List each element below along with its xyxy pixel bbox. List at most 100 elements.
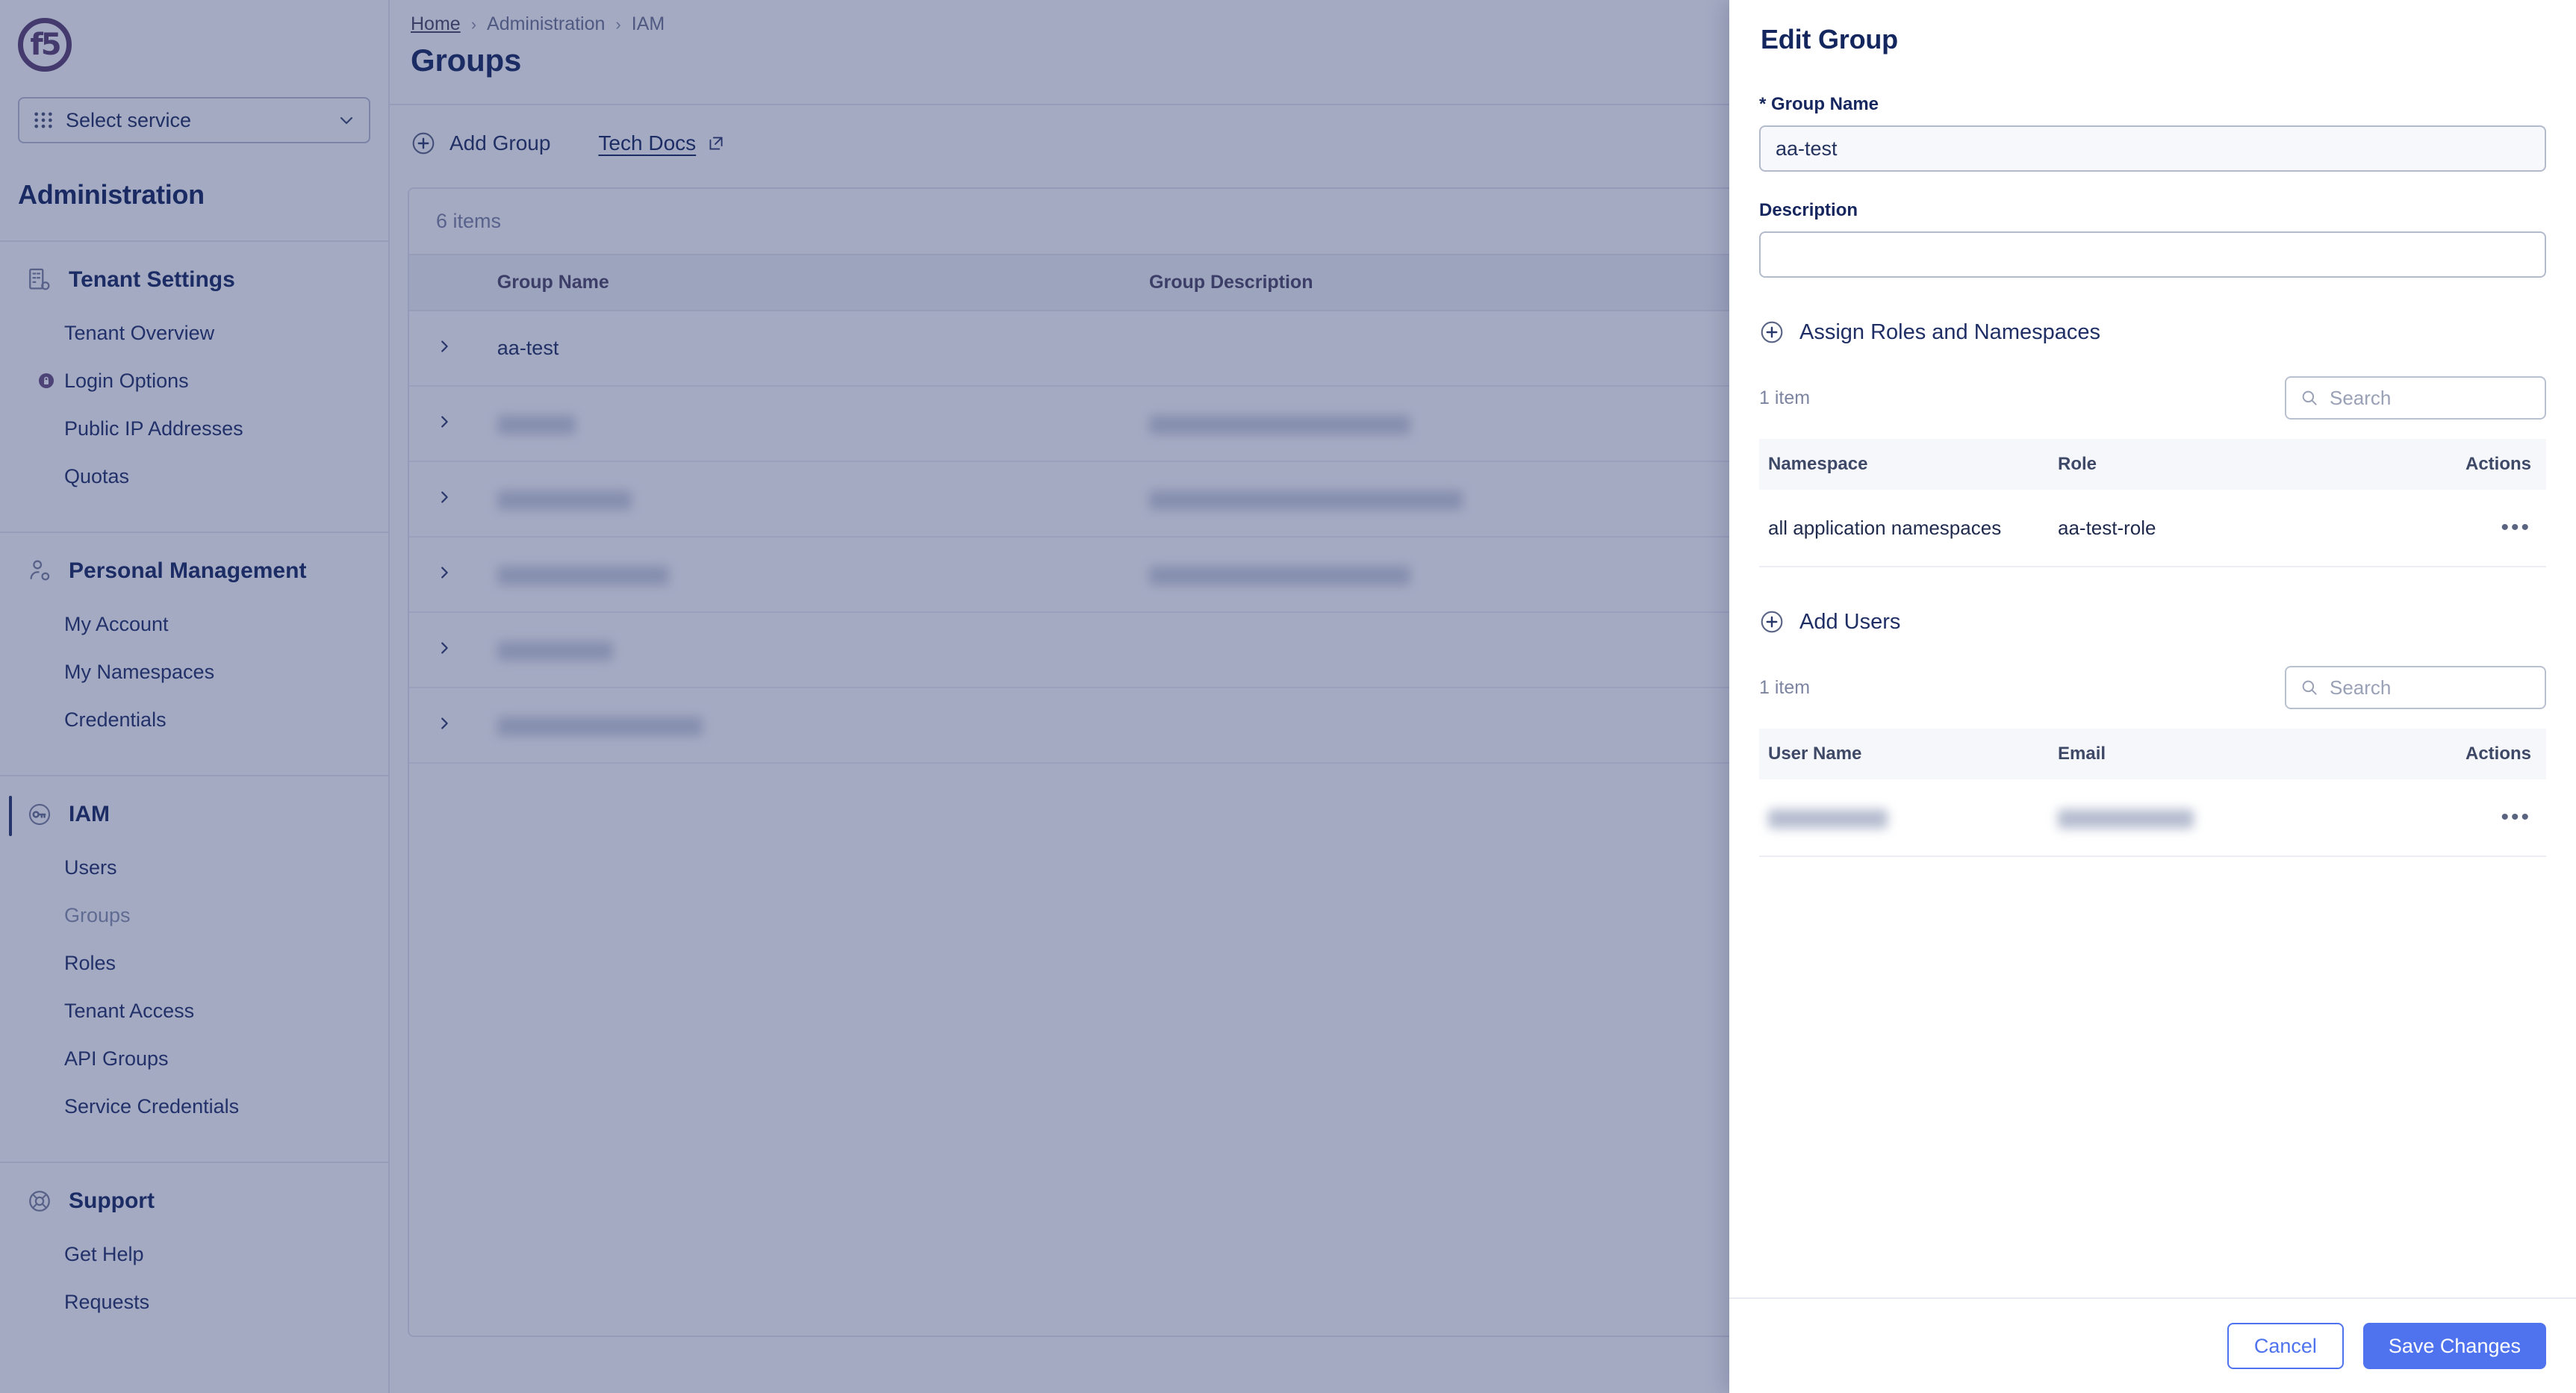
col-role[interactable]: Role bbox=[2058, 439, 2371, 490]
users-table-body: ••• bbox=[1759, 779, 2546, 857]
cell-group-name bbox=[497, 537, 1150, 613]
cell-namespace: all application namespaces bbox=[1759, 490, 2058, 567]
sidebar-group-header-tenant-settings[interactable]: Tenant Settings bbox=[0, 242, 388, 293]
chevron-right-icon bbox=[441, 491, 448, 503]
roles-table-body: all application namespaces aa-test-role … bbox=[1759, 490, 2546, 567]
group-name-input[interactable]: aa-test bbox=[1759, 125, 2546, 172]
sidebar-item-groups[interactable]: Groups bbox=[0, 891, 388, 939]
cell-email bbox=[2058, 779, 2371, 857]
redacted-text bbox=[2058, 808, 2194, 829]
search-icon bbox=[2302, 680, 2317, 695]
users-item-count: 1 item bbox=[1759, 676, 1811, 698]
app-root: f5 Select service Administration Tenant … bbox=[0, 0, 2576, 1393]
users-search-input[interactable]: Search bbox=[2285, 666, 2546, 709]
row-expander[interactable] bbox=[409, 311, 497, 387]
chevron-right-icon bbox=[441, 567, 448, 579]
row-expander[interactable] bbox=[409, 537, 497, 613]
sidebar-item-roles[interactable]: Roles bbox=[0, 939, 388, 987]
service-select-dropdown[interactable]: Select service bbox=[18, 97, 370, 143]
col-actions: Actions bbox=[2371, 439, 2546, 490]
col-email[interactable]: Email bbox=[2058, 729, 2371, 779]
lifebuoy-icon bbox=[29, 1191, 50, 1212]
description-field: Description bbox=[1759, 200, 2546, 278]
chevron-right-icon: › bbox=[470, 14, 477, 34]
add-users-label: Add Users bbox=[1799, 609, 1901, 634]
row-expander[interactable] bbox=[409, 461, 497, 537]
roles-search-input[interactable]: Search bbox=[2285, 376, 2546, 420]
sidebar-item-public-ip-addresses[interactable]: Public IP Addresses bbox=[0, 405, 388, 452]
col-group-name[interactable]: Group Name bbox=[497, 254, 1150, 311]
chevron-right-icon bbox=[441, 642, 448, 654]
sidebar-item-service-credentials[interactable]: Service Credentials bbox=[0, 1082, 388, 1130]
sidebar-group-header-support[interactable]: Support bbox=[0, 1163, 388, 1214]
sidebar-group-header-iam[interactable]: IAM bbox=[0, 776, 388, 836]
users-table-toolbar: 1 item Search bbox=[1759, 666, 2546, 709]
redacted-text bbox=[1149, 490, 1463, 510]
add-group-button[interactable]: Add Group bbox=[411, 131, 550, 156]
redacted-text bbox=[497, 414, 576, 434]
redacted-text bbox=[497, 565, 669, 585]
sidebar-group-personal-management: Personal Management My Account My Namesp… bbox=[0, 533, 388, 744]
col-namespace[interactable]: Namespace bbox=[1759, 439, 2058, 490]
sidebar-item-quotas[interactable]: Quotas bbox=[0, 452, 388, 500]
row-actions-menu[interactable]: ••• bbox=[2371, 779, 2546, 857]
chevron-right-icon bbox=[441, 717, 448, 729]
sidebar-item-tenant-access[interactable]: Tenant Access bbox=[0, 987, 388, 1035]
redacted-text bbox=[1768, 808, 1888, 829]
more-actions-icon: ••• bbox=[2501, 515, 2531, 540]
assign-roles-namespaces-button[interactable]: Assign Roles and Namespaces bbox=[1759, 320, 2546, 345]
breadcrumb-home-link[interactable]: Home bbox=[411, 13, 461, 35]
cell-group-name bbox=[497, 386, 1150, 462]
sidebar-item-get-help[interactable]: Get Help bbox=[0, 1230, 388, 1278]
sidebar-item-credentials[interactable]: Credentials bbox=[0, 696, 388, 744]
sidebar-item-my-namespaces[interactable]: My Namespaces bbox=[0, 648, 388, 696]
sidebar-item-label: Roles bbox=[64, 951, 116, 974]
user-settings-icon bbox=[30, 560, 50, 581]
plus-circle-icon bbox=[1761, 321, 1783, 343]
sidebar-item-label: Get Help bbox=[64, 1242, 144, 1265]
lock-icon bbox=[39, 373, 54, 388]
roles-table-toolbar: 1 item Search bbox=[1759, 376, 2546, 420]
sidebar-item-label: Users bbox=[64, 856, 117, 879]
breadcrumb-administration[interactable]: Administration bbox=[487, 13, 605, 35]
panel-body: Edit Group * Group Name aa-test Descript… bbox=[1729, 0, 2576, 1297]
sidebar-item-my-account[interactable]: My Account bbox=[0, 600, 388, 648]
grid-icon bbox=[34, 112, 52, 128]
cell-group-name bbox=[497, 461, 1150, 537]
sidebar-group-iam: IAM Users Groups Roles Tenant Access API… bbox=[0, 776, 388, 1130]
sidebar-item-label: Login Options bbox=[64, 369, 189, 392]
panel-footer: Cancel Save Changes bbox=[1729, 1297, 2576, 1393]
sidebar-group-header-personal-management[interactable]: Personal Management bbox=[0, 533, 388, 584]
chevron-right-icon: › bbox=[615, 14, 621, 34]
sidebar-item-users[interactable]: Users bbox=[0, 844, 388, 891]
breadcrumb-iam[interactable]: IAM bbox=[632, 13, 665, 35]
f5-logo-icon: f5 bbox=[18, 18, 72, 72]
row-actions-menu[interactable]: ••• bbox=[2371, 490, 2546, 567]
row-expander[interactable] bbox=[409, 386, 497, 462]
row-expander[interactable] bbox=[409, 612, 497, 688]
description-input[interactable] bbox=[1759, 231, 2546, 278]
cell-group-name: aa-test bbox=[497, 311, 1150, 387]
roles-item-count: 1 item bbox=[1759, 387, 1811, 408]
sidebar-group-tenant-settings: Tenant Settings Tenant Overview Login Op… bbox=[0, 242, 388, 500]
sidebar-item-login-options[interactable]: Login Options bbox=[0, 357, 388, 405]
cell-role-link[interactable]: aa-test-role bbox=[2058, 490, 2371, 567]
row-expander[interactable] bbox=[409, 688, 497, 764]
tech-docs-link[interactable]: Tech Docs bbox=[598, 131, 726, 155]
sidebar-item-label: Service Credentials bbox=[64, 1094, 240, 1118]
add-users-button[interactable]: Add Users bbox=[1759, 609, 2546, 635]
description-label: Description bbox=[1759, 200, 1858, 220]
cancel-button[interactable]: Cancel bbox=[2227, 1323, 2344, 1369]
sidebar-item-tenant-overview[interactable]: Tenant Overview bbox=[0, 309, 388, 357]
sidebar-group-label: Tenant Settings bbox=[69, 267, 235, 292]
sidebar-item-api-groups[interactable]: API Groups bbox=[0, 1035, 388, 1082]
sidebar-item-label: API Groups bbox=[64, 1047, 169, 1070]
col-expander bbox=[409, 254, 497, 311]
col-user-name[interactable]: User Name bbox=[1759, 729, 2058, 779]
sidebar-item-label: Requests bbox=[64, 1290, 150, 1313]
sidebar-item-requests[interactable]: Requests bbox=[0, 1278, 388, 1326]
chevron-down-icon bbox=[340, 116, 353, 125]
save-changes-button[interactable]: Save Changes bbox=[2362, 1323, 2546, 1369]
